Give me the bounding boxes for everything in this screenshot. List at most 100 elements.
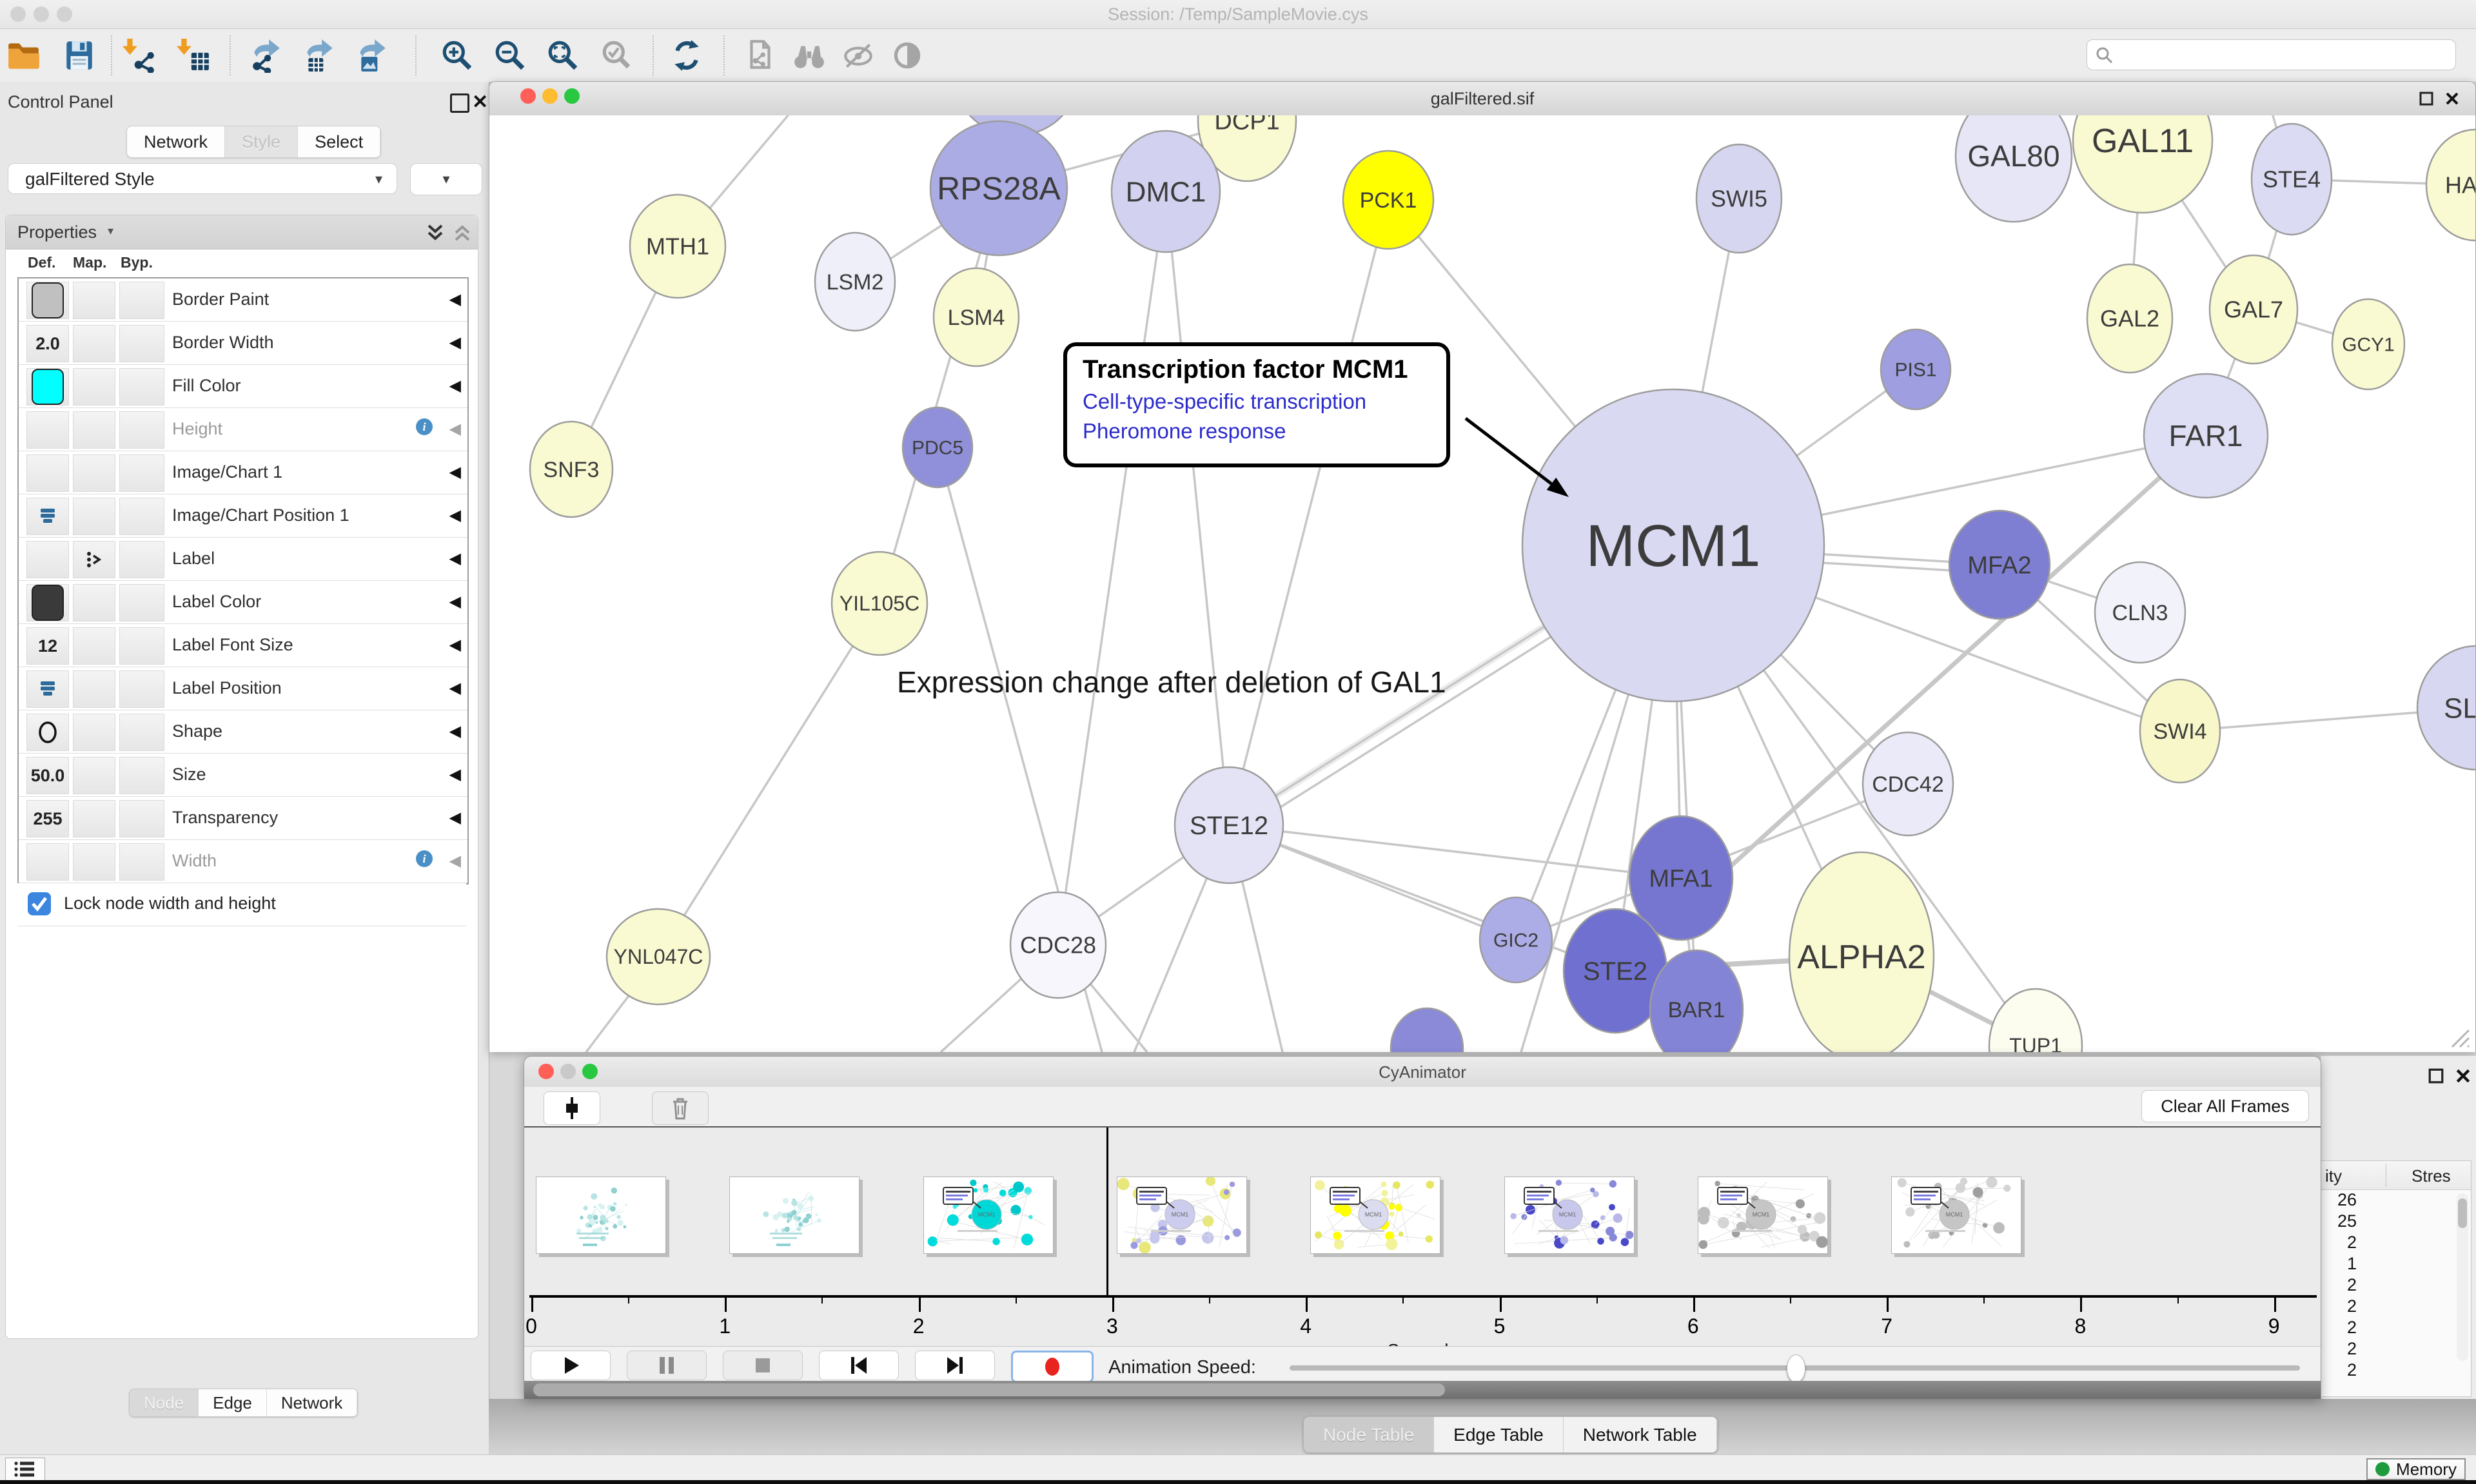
import-table-icon[interactable] [177, 38, 211, 73]
default-value-cell[interactable] [26, 454, 69, 492]
export-image-icon[interactable] [355, 38, 389, 73]
bypass-cell[interactable] [119, 282, 164, 319]
search-input[interactable] [2118, 43, 2443, 66]
memory-button[interactable]: Memory [2366, 1458, 2466, 1480]
frame-thumbnail-5[interactable]: MCM1 [1504, 1176, 1635, 1254]
tab-edge-table[interactable]: Edge Table [1434, 1417, 1564, 1452]
delete-frame-button[interactable] [652, 1091, 709, 1125]
expand-arrow-icon[interactable]: ◀ [449, 376, 461, 395]
mapping-cell[interactable] [73, 800, 115, 837]
default-value-cell[interactable] [26, 411, 69, 449]
timeline-playhead[interactable] [1106, 1128, 1108, 1296]
network-node-mth1[interactable]: MTH1 [630, 195, 725, 298]
float-window-icon[interactable] [2419, 91, 2434, 106]
collapse-all-icon[interactable] [451, 222, 474, 244]
expand-arrow-icon[interactable]: ◀ [449, 549, 461, 568]
frame-thumbnail-6[interactable]: MCM1 [1698, 1176, 1828, 1254]
network-node-tup1[interactable]: TUP1 [1989, 989, 2082, 1052]
network-node-cdc42[interactable]: CDC42 [1863, 732, 1953, 835]
property-row-height[interactable]: Heighti◀ [19, 408, 467, 451]
default-value-cell[interactable] [26, 670, 69, 708]
default-value-cell[interactable]: 50.0 [26, 757, 69, 794]
table-row[interactable]: 2 [2321, 1318, 2450, 1339]
skip-start-button[interactable] [819, 1351, 899, 1380]
animation-speed-slider[interactable] [1290, 1365, 2300, 1371]
bypass-cell[interactable] [119, 757, 164, 794]
property-row-image-chart-position-1[interactable]: Image/Chart Position 1◀ [19, 494, 467, 538]
network-node-snf3[interactable]: SNF3 [530, 422, 613, 517]
expand-arrow-icon[interactable]: ◀ [449, 463, 461, 482]
network-node-slt2[interactable]: SLT2 [2417, 646, 2475, 770]
close-window-icon[interactable] [2444, 91, 2460, 106]
network-node-gal80[interactable]: GAL80 [1956, 115, 2072, 222]
frame-thumbnail-2[interactable]: MCM1 [923, 1176, 1054, 1254]
export-network-icon[interactable] [249, 38, 284, 73]
annotation-link-2[interactable]: Pheromone response [1083, 419, 1446, 444]
network-node-gal7[interactable]: GAL7 [2210, 255, 2297, 364]
save-session-icon[interactable] [62, 38, 97, 73]
property-row-label-font-size[interactable]: 12Label Font Size◀ [19, 624, 467, 667]
bypass-cell[interactable] [119, 541, 164, 578]
bypass-cell[interactable] [119, 411, 164, 449]
expand-arrow-icon[interactable]: ◀ [449, 852, 461, 870]
network-node-pdc5[interactable]: PDC5 [903, 407, 972, 487]
search-box[interactable] [2087, 39, 2456, 70]
network-node-far1[interactable]: FAR1 [2144, 374, 2268, 498]
tab-select[interactable]: Select [298, 126, 380, 157]
network-node-pck1[interactable]: PCK1 [1343, 151, 1433, 249]
bypass-cell[interactable] [119, 454, 164, 492]
table-row[interactable]: 2 [2321, 1275, 2450, 1296]
property-row-border-width[interactable]: 2.0Border Width◀ [19, 322, 467, 365]
frame-thumbnail-4[interactable]: MCM1 [1310, 1176, 1440, 1254]
property-row-fill-color[interactable]: Fill Color◀ [19, 365, 467, 408]
mapping-cell[interactable] [73, 714, 115, 751]
frame-thumbnail-7[interactable]: MCM1 [1891, 1176, 2021, 1254]
network-node-hap2[interactable]: HAP2 [2426, 130, 2475, 240]
network-node-lsm4[interactable]: LSM4 [934, 268, 1019, 366]
bypass-cell[interactable] [119, 670, 164, 708]
table-row[interactable]: 26 [2321, 1190, 2450, 1211]
annotation-link-1[interactable]: Cell-type-specific transcription [1083, 389, 1446, 414]
slider-handle[interactable] [1787, 1354, 1805, 1383]
property-row-label[interactable]: Label◀ [19, 538, 467, 581]
info-icon[interactable]: i [415, 849, 434, 872]
hide-panel-icon[interactable] [841, 38, 876, 73]
frame-thumbnail-1[interactable] [729, 1176, 860, 1254]
apply-layout-icon[interactable] [669, 38, 704, 73]
table-row[interactable]: 2 [2321, 1296, 2450, 1318]
expand-all-icon[interactable] [424, 222, 447, 244]
bypass-cell[interactable] [119, 627, 164, 665]
network-node-gal11[interactable]: GAL11 [2073, 115, 2212, 213]
network-node-dmc1[interactable]: DMC1 [1112, 131, 1220, 252]
network-node-alpha2[interactable]: ALPHA2 [1789, 852, 1934, 1052]
float-panel-icon[interactable] [2428, 1068, 2444, 1084]
property-row-size[interactable]: 50.0Size◀ [19, 754, 467, 797]
stop-button[interactable] [723, 1351, 803, 1380]
default-value-cell[interactable] [26, 368, 69, 405]
close-panel-icon[interactable] [2455, 1068, 2471, 1084]
frame-thumbnail-0[interactable] [536, 1176, 666, 1254]
show-log-button[interactable] [5, 1458, 45, 1481]
scrollbar-thumb[interactable] [533, 1383, 1445, 1396]
network-edge[interactable] [1058, 191, 1166, 945]
property-row-border-paint[interactable]: Border Paint◀ [19, 278, 467, 322]
properties-header[interactable]: Properties ▾ [6, 215, 478, 249]
default-value-cell[interactable] [26, 282, 69, 319]
network-node-lsm2[interactable]: LSM2 [815, 233, 895, 331]
table-row[interactable]: 1 [2321, 1254, 2450, 1275]
expand-arrow-icon[interactable]: ◀ [449, 592, 461, 611]
pause-button[interactable] [627, 1351, 707, 1380]
expand-arrow-icon[interactable]: ◀ [449, 765, 461, 784]
network-window-titlebar[interactable]: galFiltered.sif [489, 82, 2475, 116]
resize-grip[interactable] [2446, 1024, 2471, 1050]
bypass-cell[interactable] [119, 325, 164, 362]
network-node-pis1[interactable]: PIS1 [1881, 329, 1950, 409]
expand-arrow-icon[interactable]: ◀ [449, 679, 461, 698]
network-node-swi5[interactable]: SWI5 [1696, 144, 1782, 253]
mapping-cell[interactable] [73, 411, 115, 449]
network-node-rps28a[interactable]: RPS28A [930, 121, 1067, 255]
default-value-cell[interactable] [26, 541, 69, 578]
tab-node-table[interactable]: Node Table [1304, 1417, 1434, 1452]
add-frame-button[interactable] [544, 1091, 600, 1125]
frame-thumbnail-3[interactable]: MCM1 [1117, 1176, 1247, 1254]
